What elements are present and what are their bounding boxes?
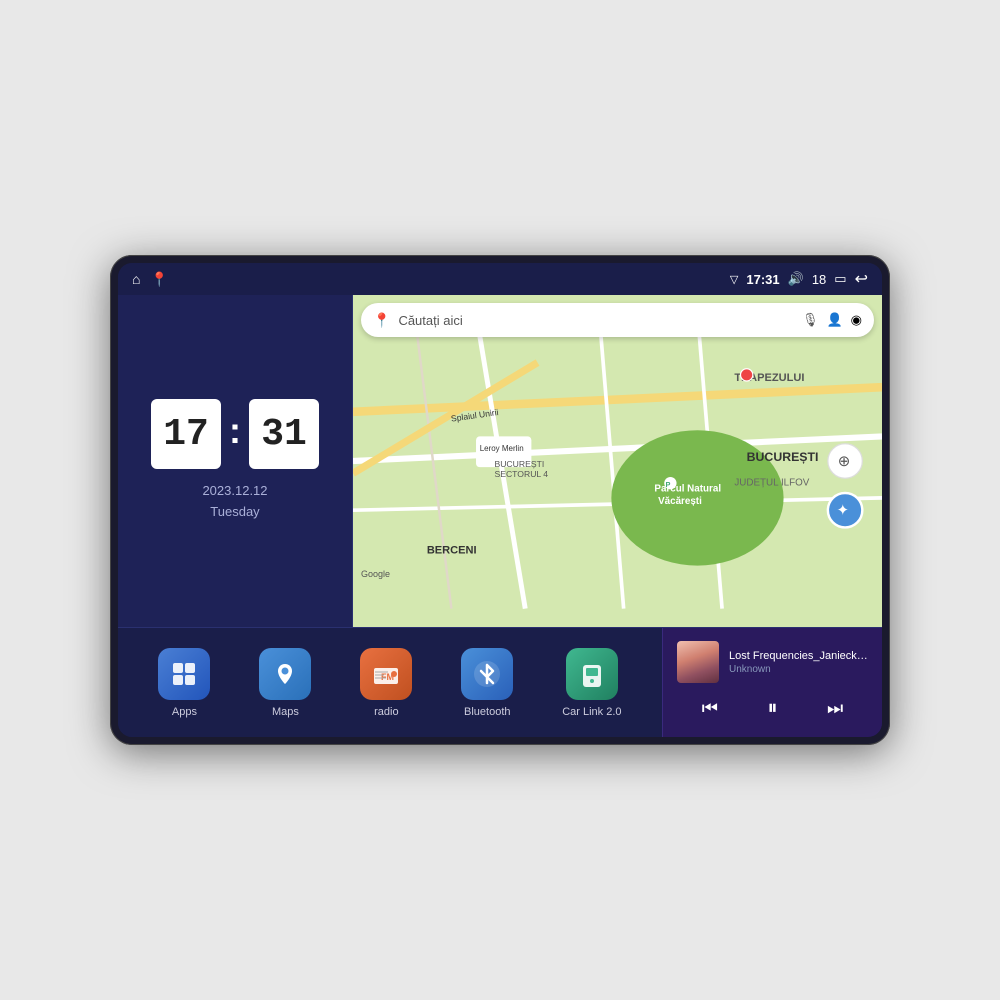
svg-text:Parcul Natural: Parcul Natural (654, 484, 721, 495)
prev-button[interactable]: ⏮ (698, 694, 722, 723)
map-search-text[interactable]: Căutați aici (398, 313, 794, 328)
svg-text:Leroy Merlin: Leroy Merlin (480, 444, 524, 453)
music-player: Lost Frequencies_Janieck Devy-... Unknow… (662, 628, 882, 737)
status-bar: ⌂ 📍 ▽ 17:31 🔊 18 ▭ ↩ (118, 263, 882, 295)
clock-hours: 17 (151, 399, 221, 469)
app-icon-maps[interactable]: Maps (259, 648, 311, 718)
car-display-device: ⌂ 📍 ▽ 17:31 🔊 18 ▭ ↩ 17 : (110, 255, 890, 745)
svg-text:✦: ✦ (836, 503, 848, 519)
carlink-label: Car Link 2.0 (562, 706, 621, 718)
google-logo: Google (361, 569, 390, 579)
volume-icon: 🔊 (788, 271, 804, 287)
bluetooth-icon-bg (461, 648, 513, 700)
app-icon-bluetooth[interactable]: Bluetooth (461, 648, 513, 718)
bottom-row: Apps Maps (118, 627, 882, 737)
bluetooth-label: Bluetooth (464, 706, 510, 718)
play-pause-button[interactable]: ⏸ (764, 693, 782, 724)
music-controls: ⏮ ⏸ ⏭ (677, 693, 868, 724)
app-icon-apps[interactable]: Apps (158, 648, 210, 718)
svg-text:SECTORUL 4: SECTORUL 4 (494, 469, 548, 479)
maps-status-icon[interactable]: 📍 (150, 271, 167, 288)
map-search-icons: 🎙 👤 ◉ (802, 312, 862, 328)
clock-separator: : (229, 410, 241, 452)
carlink-icon-bg (566, 648, 618, 700)
svg-text:BUCUREȘTI: BUCUREȘTI (747, 450, 819, 464)
music-title: Lost Frequencies_Janieck Devy-... (729, 650, 868, 662)
clock-widget: 17 : 31 2023.12.12 Tuesday (118, 295, 353, 627)
mic-icon[interactable]: 🎙 (802, 312, 819, 328)
battery-level: 18 (812, 272, 826, 287)
radio-label: radio (374, 706, 398, 718)
layers-icon[interactable]: ◉ (851, 312, 862, 328)
back-icon[interactable]: ↩ (855, 269, 868, 289)
next-button[interactable]: ⏭ (823, 694, 847, 723)
map-widget[interactable]: 📍 Căutați aici 🎙 👤 ◉ (353, 295, 882, 627)
battery-icon: ▭ (834, 271, 846, 287)
app-icon-radio[interactable]: FM radio (360, 648, 412, 718)
profile-icon[interactable]: 👤 (826, 312, 842, 328)
time-display: 17:31 (746, 272, 779, 287)
music-top: Lost Frequencies_Janieck Devy-... Unknow… (677, 641, 868, 683)
svg-text:Văcărești: Văcărești (658, 496, 702, 507)
clock-date: 2023.12.12 Tuesday (202, 481, 267, 523)
map-search-bar[interactable]: 📍 Căutați aici 🎙 👤 ◉ (361, 303, 874, 337)
map-pin-icon: 📍 (373, 312, 390, 329)
clock-minutes: 31 (249, 399, 319, 469)
home-icon[interactable]: ⌂ (132, 271, 140, 287)
apps-row: Apps Maps (118, 628, 662, 737)
apps-label: Apps (172, 706, 197, 718)
radio-icon-bg: FM (360, 648, 412, 700)
status-left: ⌂ 📍 (132, 271, 168, 288)
svg-text:JUDEȚUL ILFOV: JUDEȚUL ILFOV (734, 478, 809, 489)
map-background: Parcul Natural Văcărești P Leroy Merlin … (353, 295, 882, 627)
maps-label: Maps (272, 706, 299, 718)
app-icon-carlink[interactable]: Car Link 2.0 (562, 648, 621, 718)
maps-icon-bg (259, 648, 311, 700)
svg-text:BUCUREȘTI: BUCUREȘTI (494, 459, 544, 469)
svg-text:⊕: ⊕ (838, 454, 850, 470)
svg-text:P: P (665, 480, 670, 489)
map-body[interactable]: Parcul Natural Văcărești P Leroy Merlin … (353, 295, 882, 627)
clock-display: 17 : 31 (151, 399, 319, 469)
music-artist: Unknown (729, 664, 868, 675)
apps-icon-bg (158, 648, 210, 700)
status-right: ▽ 17:31 🔊 18 ▭ ↩ (730, 269, 868, 289)
music-info: Lost Frequencies_Janieck Devy-... Unknow… (729, 650, 868, 675)
main-content: 17 : 31 2023.12.12 Tuesday 📍 Căutați aic… (118, 295, 882, 737)
top-row: 17 : 31 2023.12.12 Tuesday 📍 Căutați aic… (118, 295, 882, 627)
signal-icon: ▽ (730, 273, 738, 286)
device-screen: ⌂ 📍 ▽ 17:31 🔊 18 ▭ ↩ 17 : (118, 263, 882, 737)
svg-text:BERCENI: BERCENI (427, 544, 477, 556)
music-thumbnail (677, 641, 719, 683)
